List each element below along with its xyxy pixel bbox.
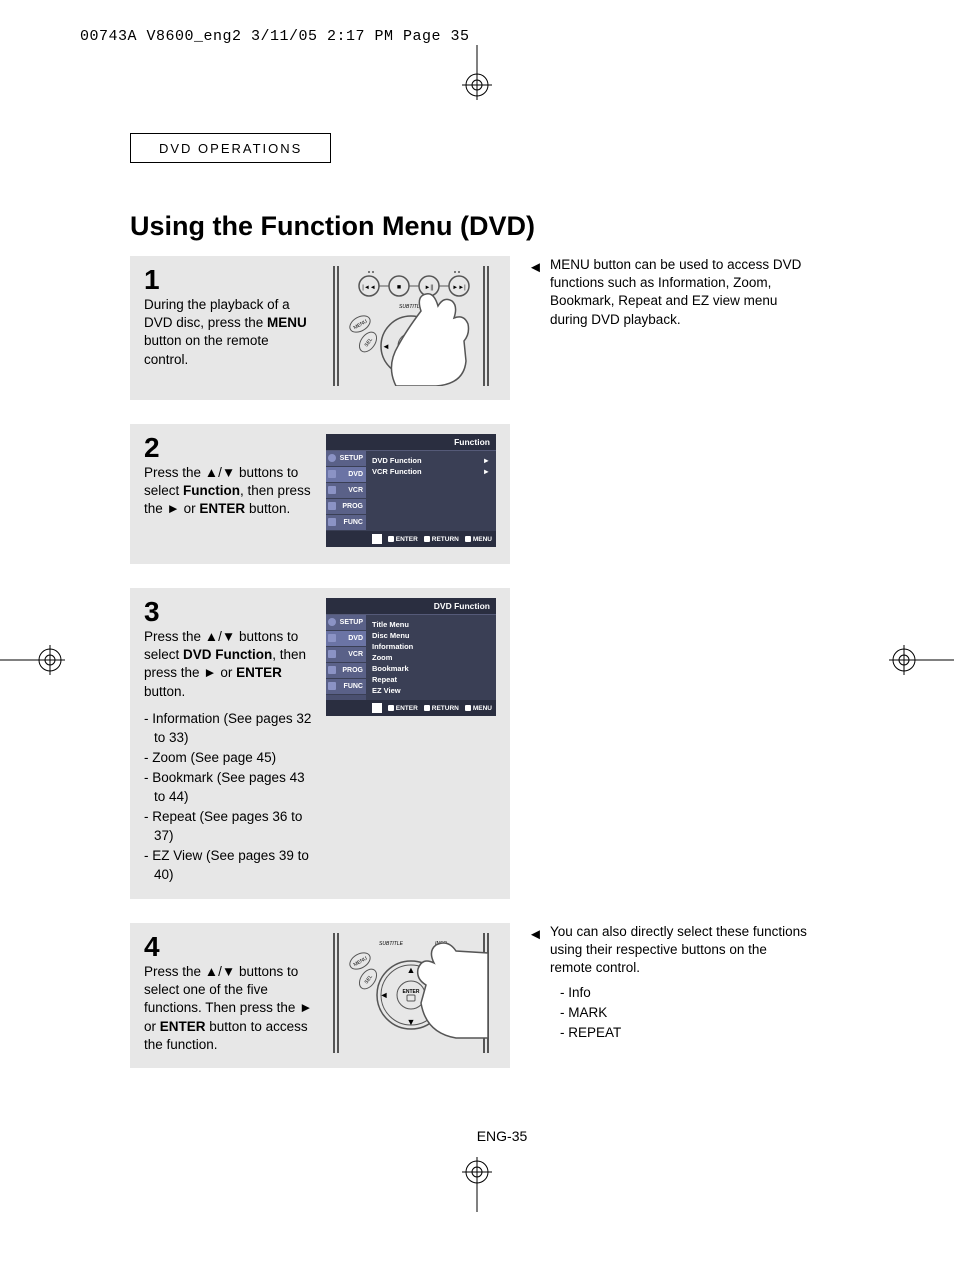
svg-text:►►|: ►►| xyxy=(452,285,466,291)
registration-mark-icon xyxy=(442,1154,512,1212)
remote-illustration: SUBTITLE INFO MENU SEL RET ENTER ◄ ▲ xyxy=(326,933,496,1053)
svg-text:MENU: MENU xyxy=(353,318,369,331)
side-note-1: ◄ MENU button can be used to access DVD … xyxy=(530,256,810,329)
step-1: 1 During the playback of a DVD disc, pre… xyxy=(130,256,510,400)
svg-text:SEL: SEL xyxy=(364,337,374,348)
svg-text:◄: ◄ xyxy=(380,990,389,1000)
prepress-header: 00743A V8600_eng2 3/11/05 2:17 PM Page 3… xyxy=(0,0,954,45)
arrow-left-icon: ◄ xyxy=(528,258,543,278)
step-number: 3 xyxy=(144,598,314,626)
step-2: 2 Press the ▲/▼ buttons to select Functi… xyxy=(130,424,510,564)
step-4: 4 Press the ▲/▼ buttons to select one of… xyxy=(130,923,510,1068)
crop-mark-top xyxy=(0,45,954,103)
osd-screenshot: Function SETUP DVD VCR PROG FUNC DVD Fun… xyxy=(326,434,496,547)
svg-text:▲: ▲ xyxy=(407,965,416,975)
svg-text:SUBTITLE: SUBTITLE xyxy=(379,941,404,947)
step-3: 3 Press the ▲/▼ buttons to select DVD Fu… xyxy=(130,588,510,899)
svg-text:MENU: MENU xyxy=(353,955,369,968)
arrow-left-icon: ◄ xyxy=(528,925,543,945)
step-3-sublist: - Information (See pages 32 to 33) - Zoo… xyxy=(144,709,314,885)
svg-text:SEL: SEL xyxy=(364,974,374,985)
svg-text:ENTER: ENTER xyxy=(403,989,420,995)
crop-mark-bottom xyxy=(0,1154,954,1214)
osd-screenshot: DVD Function SETUP DVD VCR PROG FUNC Tit… xyxy=(326,598,496,716)
side-note-2: ◄ You can also directly select these fun… xyxy=(530,923,810,1044)
svg-text:◄: ◄ xyxy=(382,342,390,351)
registration-mark-icon xyxy=(442,45,512,103)
remote-illustration: |◄◄ ■ ►|| ►►| SUBTITLE MENU xyxy=(326,266,496,386)
svg-text:|◄◄: |◄◄ xyxy=(362,285,375,291)
step-number: 1 xyxy=(144,266,314,294)
section-label: DVD OPERATIONS xyxy=(130,133,331,163)
page-number: ENG-35 xyxy=(130,1128,874,1144)
svg-text:►||: ►|| xyxy=(424,285,433,291)
page-title: Using the Function Menu (DVD) xyxy=(130,211,874,242)
svg-text:■: ■ xyxy=(397,284,401,291)
svg-text:▼: ▼ xyxy=(407,1017,416,1027)
step-number: 4 xyxy=(144,933,314,961)
step-number: 2 xyxy=(144,434,314,462)
